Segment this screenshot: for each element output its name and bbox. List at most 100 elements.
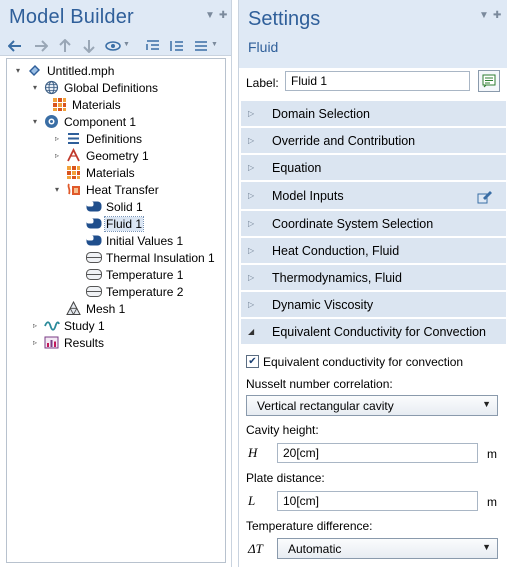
plate-distance-label: Plate distance: — [246, 471, 325, 485]
tree-label: Study 1 — [64, 318, 105, 333]
tree-label: Component 1 — [64, 114, 137, 129]
collapse-toggle-icon[interactable]: ▾ — [30, 83, 40, 93]
rename-notes-icon[interactable] — [478, 70, 500, 92]
mesh-icon — [66, 300, 81, 316]
back-arrow-icon[interactable] — [6, 37, 24, 55]
section-override-contribution[interactable]: ▷ Override and Contribution — [241, 128, 506, 154]
tree-node-initial-values-1[interactable]: Initial Values 1 — [86, 232, 184, 249]
model-builder-title: Model Builder — [9, 6, 134, 28]
expand-all-icon[interactable] — [144, 37, 162, 55]
section-equation[interactable]: ▷ Equation — [241, 155, 506, 181]
study-icon — [44, 318, 60, 333]
pin-icon[interactable]: ✚ — [493, 10, 501, 21]
dropdown-arrow-icon: ▼ — [482, 542, 491, 552]
tree-node-global-definitions[interactable]: ▾ Global Definitions — [30, 79, 159, 96]
label-input[interactable]: Fluid 1 — [285, 71, 470, 91]
model-builder-toolbar: ▼ ▼ — [0, 36, 231, 56]
panel-menu-icon[interactable]: ▼ — [479, 10, 489, 21]
materials-icon — [52, 97, 67, 112]
section-label: Equivalent Conductivity for Convection — [272, 324, 487, 339]
label-row: Label: Fluid 1 — [239, 68, 507, 98]
tree-label: Fluid 1 — [103, 215, 145, 232]
pin-icon[interactable]: ✚ — [219, 10, 227, 21]
section-equivalent-conductivity[interactable]: ◢ Equivalent Conductivity for Convection — [241, 319, 506, 345]
section-domain-selection[interactable]: ▷ Domain Selection — [241, 101, 506, 127]
section-label: Dynamic Viscosity — [272, 297, 374, 312]
definitions-icon — [66, 131, 81, 146]
expand-caret-icon: ▷ — [248, 273, 255, 282]
tree-label: Initial Values 1 — [106, 233, 184, 248]
tree-label: Temperature 1 — [106, 267, 184, 282]
tree-node-component-1[interactable]: ▾ Component 1 — [30, 113, 137, 130]
tree-label: Materials — [86, 165, 135, 180]
tree-node-global-materials[interactable]: Materials — [52, 96, 122, 113]
tree-node-mesh-1[interactable]: Mesh 1 — [66, 300, 126, 317]
model-tree: ▾ Untitled.mph ▾ Global Definitions Mate… — [6, 58, 226, 563]
temperature-difference-label: Temperature difference: — [246, 519, 373, 533]
panel-menu-icon[interactable]: ▼ — [205, 10, 215, 21]
expand-toggle-icon[interactable]: ▹ — [30, 338, 40, 348]
tree-label: Materials — [72, 97, 121, 112]
tree-node-results[interactable]: ▹ Results — [30, 334, 105, 351]
options-dropdown-icon[interactable]: ▼ — [211, 41, 218, 48]
results-icon — [44, 335, 59, 350]
show-eye-icon[interactable] — [104, 37, 122, 55]
expand-caret-icon: ▷ — [248, 163, 255, 172]
component-icon — [44, 114, 59, 129]
section-label: Coordinate System Selection — [272, 216, 434, 231]
section-dynamic-viscosity[interactable]: ▷ Dynamic Viscosity — [241, 292, 506, 318]
tree-node-untitled-mph[interactable]: ▾ Untitled.mph — [13, 62, 115, 79]
heat-transfer-icon — [66, 182, 81, 197]
move-up-icon[interactable] — [56, 37, 74, 55]
tree-node-heat-transfer[interactable]: ▾ Heat Transfer — [52, 181, 160, 198]
section-label: Heat Conduction, Fluid — [272, 243, 400, 258]
eye-dropdown-icon[interactable]: ▼ — [123, 41, 130, 48]
plate-distance-input[interactable]: 10[cm] — [277, 491, 478, 511]
tree-node-geometry-1[interactable]: ▹ Geometry 1 — [52, 147, 150, 164]
tree-node-temperature-1[interactable]: Temperature 1 — [86, 266, 184, 283]
section-thermodynamics-fluid[interactable]: ▷ Thermodynamics, Fluid — [241, 265, 506, 291]
tree-label: Solid 1 — [106, 199, 143, 214]
collapse-toggle-icon[interactable]: ▾ — [30, 117, 40, 127]
settings-subtitle: Fluid — [248, 39, 279, 55]
tree-node-solid-1[interactable]: Solid 1 — [86, 198, 144, 215]
tree-label: Mesh 1 — [86, 301, 126, 316]
tree-label: Thermal Insulation 1 — [106, 250, 215, 265]
forward-arrow-icon[interactable] — [32, 37, 50, 55]
section-model-inputs[interactable]: ▷ Model Inputs — [241, 182, 506, 210]
equivalent-conductivity-checkbox[interactable]: ✔ — [246, 355, 259, 368]
domain-node-icon — [86, 233, 102, 248]
boundary-node-icon — [86, 267, 102, 282]
collapse-all-icon[interactable] — [168, 37, 186, 55]
section-heat-conduction-fluid[interactable]: ▷ Heat Conduction, Fluid — [241, 238, 506, 264]
tree-options-icon[interactable] — [192, 37, 210, 55]
nusselt-correlation-select[interactable]: Vertical rectangular cavity ▼ — [246, 395, 498, 416]
settings-panel: Settings Fluid ▼ ✚ Label: Fluid 1 ▷ Doma… — [238, 0, 507, 567]
move-down-icon[interactable] — [80, 37, 98, 55]
tree-node-materials[interactable]: Materials — [66, 164, 136, 181]
expand-caret-icon: ▷ — [248, 300, 255, 309]
expand-toggle-icon[interactable]: ▹ — [52, 134, 62, 144]
cavity-height-label: Cavity height: — [246, 423, 319, 437]
model-builder-header: Model Builder ▼ ✚ — [0, 0, 231, 36]
tree-node-thermal-insulation-1[interactable]: Thermal Insulation 1 — [86, 249, 216, 266]
collapse-toggle-icon[interactable]: ▾ — [52, 185, 62, 195]
temperature-difference-value: Automatic — [288, 542, 342, 556]
expand-toggle-icon[interactable]: ▹ — [30, 321, 40, 331]
temperature-difference-select[interactable]: Automatic ▼ — [277, 538, 498, 559]
tree-label: Results — [64, 335, 105, 350]
expand-toggle-icon[interactable]: ▹ — [52, 151, 62, 161]
tree-node-temperature-2[interactable]: Temperature 2 — [86, 283, 184, 300]
dropdown-arrow-icon: ▼ — [482, 399, 491, 409]
boundary-node-icon — [86, 284, 102, 299]
collapse-toggle-icon[interactable]: ▾ — [13, 66, 23, 76]
tree-node-fluid-1[interactable]: Fluid 1 — [86, 215, 145, 232]
cavity-height-input[interactable]: 20[cm] — [277, 443, 478, 463]
model-file-icon — [27, 63, 42, 78]
materials-icon — [66, 165, 81, 180]
section-coordinate-system-selection[interactable]: ▷ Coordinate System Selection — [241, 211, 506, 237]
tree-node-definitions[interactable]: ▹ Definitions — [52, 130, 143, 147]
section-label: Domain Selection — [272, 106, 370, 121]
edit-model-inputs-icon[interactable] — [477, 188, 493, 207]
tree-node-study-1[interactable]: ▹ Study 1 — [30, 317, 106, 334]
